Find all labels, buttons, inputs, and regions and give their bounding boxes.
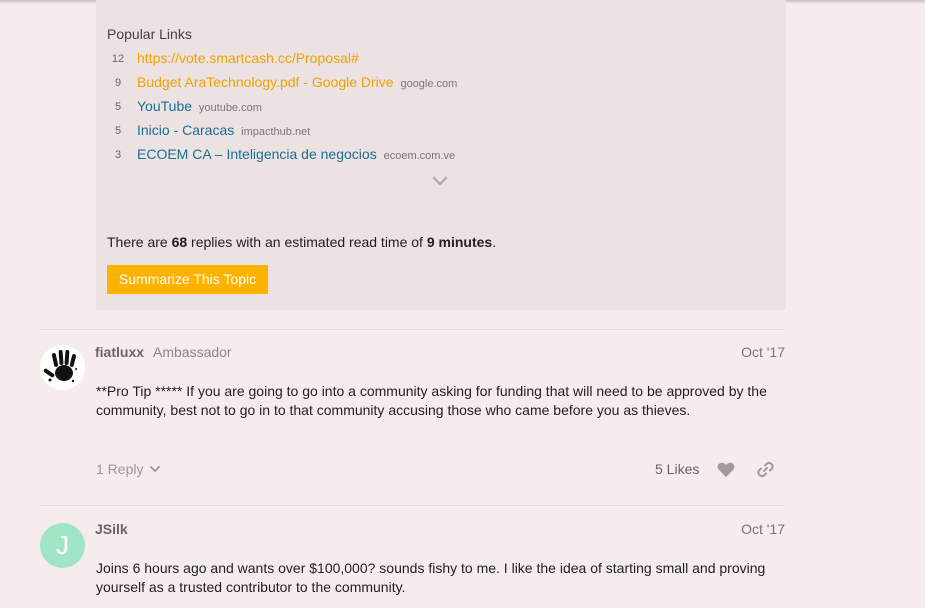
avatar[interactable] [40, 345, 85, 390]
link-icon[interactable] [757, 461, 774, 478]
popular-link-title[interactable]: Budget AraTechnology.pdf - Google Drive [137, 74, 394, 90]
popular-link-item[interactable]: 9 Budget AraTechnology.pdf - Google Driv… [96, 74, 776, 94]
popular-link-domain: youtube.com [198, 102, 262, 114]
chevron-down-icon [150, 466, 161, 473]
popular-link-title[interactable]: Inicio - Caracas [137, 122, 234, 138]
reply-count: 68 [171, 234, 188, 250]
link-click-count: 5 [114, 101, 122, 113]
likes-count[interactable]: 5 Likes [655, 461, 699, 477]
post-body: Joins 6 hours ago and wants over $100,00… [96, 560, 766, 595]
link-click-count: 9 [114, 77, 122, 89]
post-username[interactable]: JSilk [95, 521, 128, 537]
popular-link-item[interactable]: 5 YouTube youtube.com [96, 98, 776, 118]
reply-count-label: 1 Reply [96, 461, 144, 477]
popular-link-title[interactable]: YouTube [137, 98, 192, 114]
post-body: **Pro Tip ***** If you are going to go i… [96, 383, 767, 418]
popular-link-title[interactable]: https://vote.smartcash.cc/Proposal# [137, 50, 359, 66]
chevron-down-icon[interactable] [431, 175, 449, 187]
read-time: 9 minutes [426, 234, 493, 250]
summarize-topic-button[interactable]: Summarize This Topic [107, 265, 268, 294]
popular-links-title: Popular Links [107, 26, 192, 42]
popular-link-item[interactable]: 3 ECOEM CA – Inteligencia de negocios ec… [96, 146, 776, 166]
handprint-icon [43, 350, 77, 383]
heart-icon[interactable] [717, 462, 735, 478]
read-time-summary: There are 68 replies with an estimated r… [107, 234, 497, 250]
post-username[interactable]: fiatluxx [95, 344, 144, 360]
post-divider [40, 329, 785, 330]
post-date[interactable]: Oct '17 [741, 521, 785, 537]
popular-link-domain: impacthub.net [241, 126, 311, 138]
user-title-badge: Ambassador [153, 344, 232, 360]
post-divider [40, 505, 785, 506]
popular-link-item[interactable]: 5 Inicio - Caracas impacthub.net [96, 122, 776, 142]
link-click-count: 12 [111, 53, 125, 65]
show-replies-button[interactable]: 1 Reply [96, 461, 161, 477]
topic-summary-panel: Popular Links 12 https://vote.smartcash.… [96, 0, 786, 310]
popular-link-domain: google.com [400, 78, 458, 90]
link-click-count: 5 [114, 125, 122, 137]
popular-link-item[interactable]: 12 https://vote.smartcash.cc/Proposal# [96, 50, 776, 70]
avatar[interactable]: J [40, 523, 85, 568]
popular-link-domain: ecoem.com.ve [383, 150, 456, 162]
link-click-count: 3 [114, 149, 122, 161]
popular-link-title[interactable]: ECOEM CA – Inteligencia de negocios [137, 146, 377, 162]
post-date[interactable]: Oct '17 [741, 344, 785, 360]
